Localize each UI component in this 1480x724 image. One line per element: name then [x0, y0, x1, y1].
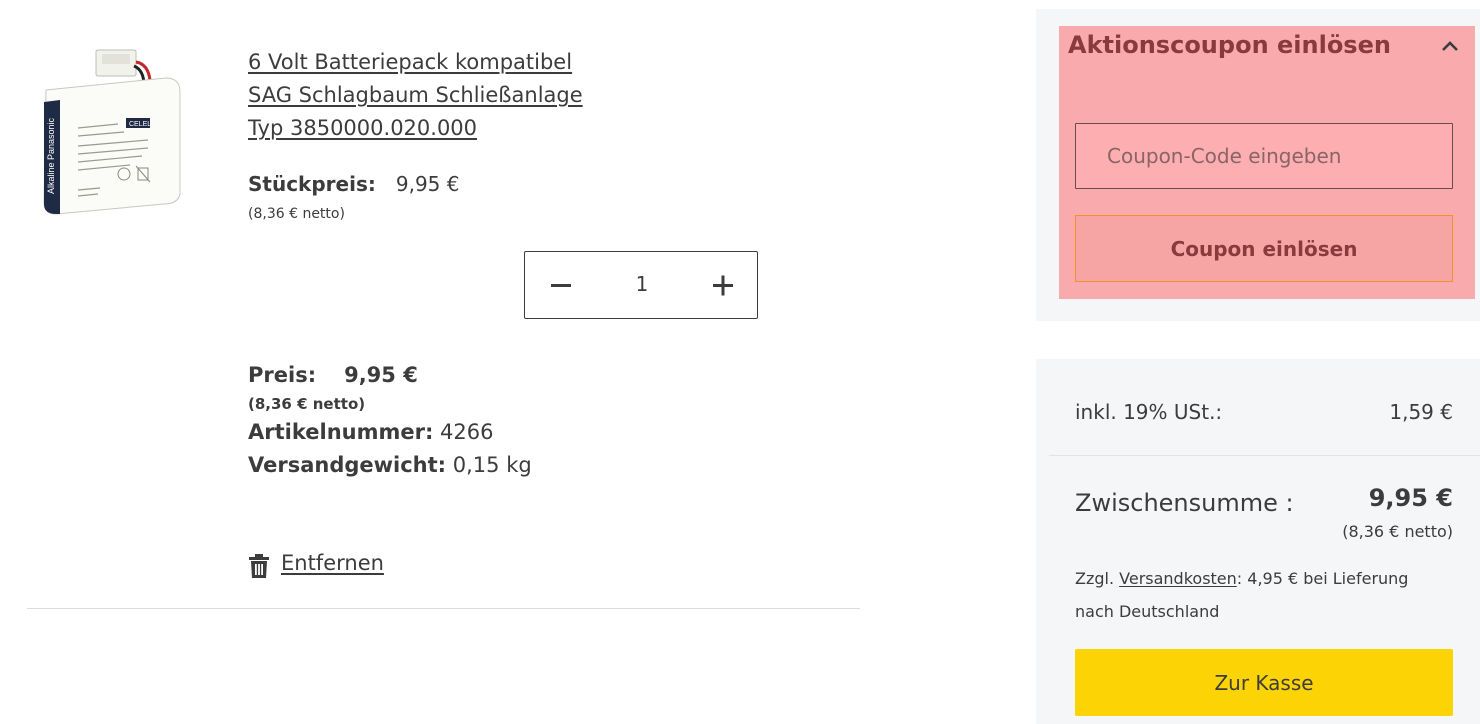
unit-price-label: Stückpreis:: [248, 172, 376, 196]
unit-price-row: Stückpreis: 9,95 €: [248, 172, 460, 196]
trash-icon: [249, 554, 269, 578]
price-value: 9,95 €: [344, 363, 418, 387]
subtotal-net: (8,36 € netto): [1342, 522, 1453, 541]
product-image-label: CELEL: [129, 121, 151, 128]
quantity-increase-button[interactable]: [708, 270, 738, 300]
price-row: Preis: 9,95 €: [248, 363, 418, 387]
unit-price-net: (8,36 € netto): [248, 206, 345, 222]
shipping-prefix: Zzgl.: [1075, 569, 1115, 588]
item-divider: [27, 608, 860, 609]
shipping-weight-value: 0,15 kg: [452, 453, 532, 477]
summary-divider: [1049, 455, 1480, 456]
product-title-link[interactable]: 6 Volt Batteriepack kompatibel SAG Schla…: [248, 46, 608, 145]
checkout-button[interactable]: Zur Kasse: [1075, 649, 1453, 716]
tax-value: 1,59 €: [1389, 400, 1453, 424]
coupon-code-input[interactable]: [1075, 123, 1453, 189]
price-net: (8,36 € netto): [248, 395, 366, 413]
shipping-weight-row: Versandgewicht: 0,15 kg: [248, 453, 532, 477]
article-number-row: Artikelnummer: 4266: [248, 420, 494, 444]
subtotal-label: Zwischensumme :: [1075, 489, 1294, 517]
coupon-toggle-title[interactable]: Aktionscoupon einlösen: [1068, 31, 1391, 59]
plus-icon: [713, 275, 733, 296]
tax-label: inkl. 19% USt.:: [1075, 400, 1223, 424]
product-image[interactable]: Alkaline Panasonic CELEL: [38, 44, 188, 219]
shipping-note: Zzgl. Versandkosten: 4,95 € bei Lieferun…: [1075, 562, 1435, 628]
quantity-decrease-button[interactable]: [546, 270, 576, 300]
price-label: Preis:: [248, 363, 317, 387]
minus-icon: [551, 284, 571, 287]
redeem-coupon-button[interactable]: Coupon einlösen: [1075, 215, 1453, 282]
chevron-up-icon: [1442, 41, 1458, 51]
product-image-brand: Alkaline Panasonic: [46, 117, 56, 194]
coupon-toggle-button[interactable]: [1440, 38, 1460, 54]
subtotal-value: 9,95 €: [1368, 484, 1453, 512]
article-number-label: Artikelnummer:: [248, 420, 434, 444]
shipping-costs-link[interactable]: Versandkosten: [1119, 569, 1237, 588]
remove-label[interactable]: Entfernen: [281, 551, 384, 575]
unit-price-value: 9,95 €: [395, 172, 460, 196]
shipping-weight-label: Versandgewicht:: [248, 453, 447, 477]
quantity-value[interactable]: 1: [612, 272, 672, 296]
article-number-value: 4266: [440, 420, 494, 444]
